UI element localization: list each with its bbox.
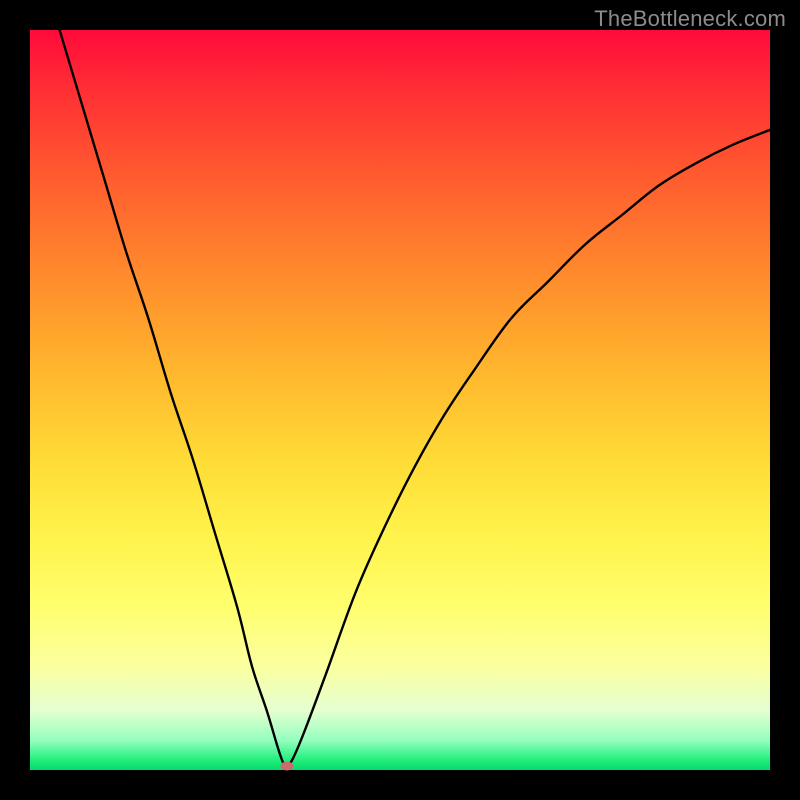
watermark-text: TheBottleneck.com	[594, 6, 786, 32]
chart-plot-area	[30, 30, 770, 770]
chart-frame: TheBottleneck.com	[0, 0, 800, 800]
